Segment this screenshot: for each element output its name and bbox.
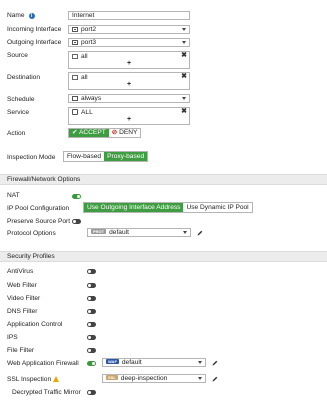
inspection-mode-label: Inspection Mode bbox=[7, 154, 56, 161]
interface-port-icon bbox=[72, 27, 78, 32]
service-value: ALL bbox=[81, 109, 93, 116]
source-value: all bbox=[81, 53, 88, 60]
edit-pencil-icon[interactable] bbox=[212, 360, 218, 366]
chevron-down-icon bbox=[198, 361, 202, 364]
accept-button[interactable]: ✔ ACCEPT bbox=[69, 129, 109, 137]
chevron-down-icon bbox=[183, 231, 187, 234]
edit-pencil-icon[interactable] bbox=[197, 230, 203, 236]
source-multiselect[interactable]: all ✖ + bbox=[68, 51, 190, 69]
file-filter-toggle[interactable] bbox=[87, 348, 96, 353]
security-profiles-section-header: Security Profiles bbox=[0, 251, 327, 262]
web-filter-toggle[interactable] bbox=[87, 283, 96, 288]
schedule-label: Schedule bbox=[7, 96, 35, 103]
use-dynamic-ip-pool-button[interactable]: Use Dynamic IP Pool bbox=[183, 203, 251, 212]
profile-label-application-control: Application Control bbox=[7, 321, 63, 328]
service-icon bbox=[72, 109, 78, 115]
flow-based-button[interactable]: Flow-based bbox=[64, 152, 104, 161]
address-icon bbox=[72, 54, 78, 59]
profile-label-video-filter: Video Filter bbox=[7, 295, 41, 302]
add-source-button[interactable]: + bbox=[69, 60, 189, 67]
waf-badge: WAF bbox=[106, 359, 119, 364]
ssl-inspection-select[interactable]: SSL deep-inspection bbox=[102, 374, 206, 383]
edit-pencil-icon[interactable] bbox=[212, 376, 218, 382]
info-icon: i bbox=[28, 13, 35, 19]
checkmark-icon: ✔ bbox=[72, 129, 79, 136]
decrypted-traffic-mirror-toggle[interactable] bbox=[87, 390, 96, 395]
destination-label: Destination bbox=[7, 74, 40, 81]
application-control-toggle[interactable] bbox=[87, 322, 96, 327]
protocol-options-select[interactable]: PROT default bbox=[87, 228, 191, 237]
video-filter-toggle[interactable] bbox=[87, 296, 96, 301]
incoming-interface-select[interactable]: port2 bbox=[68, 25, 190, 34]
address-icon bbox=[72, 75, 78, 80]
remove-source-icon[interactable]: ✖ bbox=[181, 52, 187, 59]
firewall-network-section-header: Firewall/Network Options bbox=[0, 174, 327, 185]
deny-button[interactable]: ⊘ DENY bbox=[109, 129, 141, 137]
ssl-badge: SSL bbox=[106, 375, 118, 380]
decrypted-traffic-mirror-label: Decrypted Traffic Mirror bbox=[12, 389, 81, 396]
action-toggle-group: ✔ ACCEPT ⊘ DENY bbox=[68, 128, 142, 138]
destination-multiselect[interactable]: all ✖ + bbox=[68, 72, 190, 90]
outgoing-interface-label: Outgoing Interface bbox=[7, 39, 62, 46]
protocol-badge: PROT bbox=[91, 229, 107, 234]
use-outgoing-interface-button[interactable]: Use Outgoing Interface Address bbox=[84, 203, 184, 212]
nat-label: NAT bbox=[7, 192, 20, 199]
waf-profile-select[interactable]: WAF default bbox=[102, 358, 206, 367]
inspection-mode-group: Flow-based Proxy-based bbox=[63, 151, 149, 162]
protocol-options-label: Protocol Options bbox=[7, 230, 56, 237]
chevron-down-icon bbox=[182, 97, 186, 100]
calendar-icon bbox=[72, 96, 78, 101]
dns-filter-toggle[interactable] bbox=[87, 309, 96, 314]
profile-label-antivirus: AntiVirus bbox=[7, 268, 34, 275]
profile-label-dns-filter: DNS Filter bbox=[7, 308, 38, 315]
ips-toggle[interactable] bbox=[87, 335, 96, 340]
schedule-select[interactable]: always bbox=[68, 94, 190, 103]
preserve-source-port-toggle[interactable] bbox=[72, 219, 81, 224]
add-service-button[interactable]: + bbox=[69, 116, 189, 123]
deny-icon: ⊘ bbox=[111, 129, 120, 136]
ip-pool-label: IP Pool Configuration bbox=[7, 205, 70, 212]
ip-pool-group: Use Outgoing Interface Address Use Dynam… bbox=[83, 202, 253, 213]
chevron-down-icon bbox=[198, 377, 202, 380]
waf-toggle[interactable] bbox=[87, 361, 96, 366]
service-label: Service bbox=[7, 109, 29, 116]
warning-icon bbox=[53, 376, 60, 382]
destination-value: all bbox=[81, 74, 88, 81]
name-label: Name i bbox=[7, 12, 35, 20]
service-multiselect[interactable]: ALL ✖ + bbox=[68, 107, 190, 125]
profile-label-ips: IPS bbox=[7, 334, 18, 341]
profile-label-web-filter: Web Filter bbox=[7, 282, 37, 289]
incoming-interface-label: Incoming Interface bbox=[7, 26, 62, 33]
nat-toggle[interactable] bbox=[72, 194, 81, 199]
add-destination-button[interactable]: + bbox=[69, 81, 189, 88]
action-label: Action bbox=[7, 130, 26, 137]
remove-service-icon[interactable]: ✖ bbox=[181, 108, 187, 115]
ssl-inspection-label: SSL Inspection bbox=[7, 376, 60, 384]
antivirus-toggle[interactable] bbox=[87, 269, 96, 274]
source-label: Source bbox=[7, 52, 28, 59]
chevron-down-icon bbox=[182, 28, 186, 31]
chevron-down-icon bbox=[182, 41, 186, 44]
profile-label-file-filter: File Filter bbox=[7, 347, 35, 354]
waf-label: Web Application Firewall bbox=[7, 360, 79, 367]
remove-destination-icon[interactable]: ✖ bbox=[181, 73, 187, 80]
proxy-based-button[interactable]: Proxy-based bbox=[104, 152, 148, 161]
interface-port-icon bbox=[72, 40, 78, 45]
preserve-source-port-label: Preserve Source Port bbox=[7, 218, 71, 225]
outgoing-interface-select[interactable]: port3 bbox=[68, 38, 190, 47]
name-input[interactable]: Internet bbox=[68, 11, 190, 20]
